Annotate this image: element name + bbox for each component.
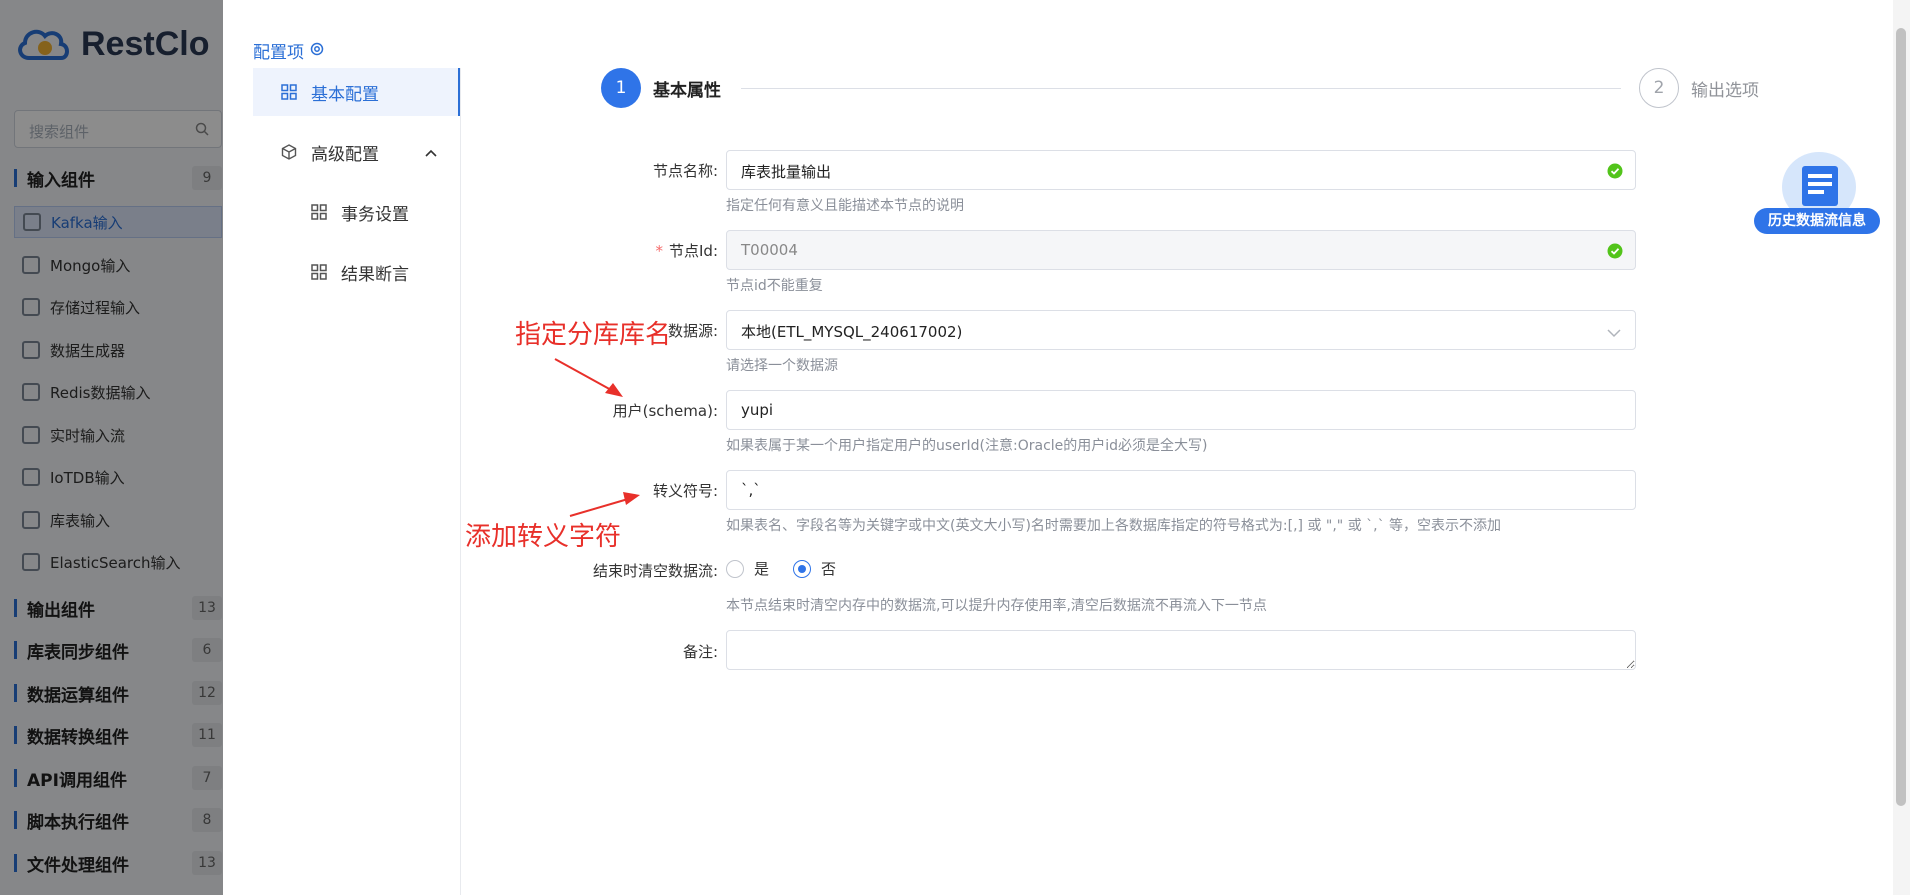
step-output-options[interactable]: 2 输出选项 [1639,68,1759,108]
schema-input[interactable]: yupi [726,390,1636,430]
node-name-hint: 指定任何有意义且能描述本节点的说明 [726,198,964,214]
escape-value: `,` [741,481,761,499]
node-id-input[interactable]: T00004 [726,230,1636,270]
node-id-hint: 节点id不能重复 [726,278,823,294]
nav-item-label: 基本配置 [311,84,379,105]
nav-item-label: 事务设置 [341,204,409,225]
node-id-label-text: 节点Id: [669,242,718,260]
history-dataflow-label: 历史数据流信息 [1754,208,1880,234]
grid-icon [281,84,297,100]
radio-button[interactable] [726,559,744,578]
node-name-value: 库表批量输出 [741,163,832,181]
settings-icon[interactable] [310,41,324,61]
chevron-up-icon[interactable] [425,142,437,162]
schema-value: yupi [741,401,774,419]
check-circle-icon [1607,163,1623,183]
annotation-db-name: 指定分库库名 [515,320,672,350]
scrollbar-thumb[interactable] [1896,28,1906,806]
nav-item-label: 高级配置 [311,144,379,165]
nav-item-label: 结果断言 [341,264,409,285]
config-title-label: 配置项 [253,43,304,63]
grid-icon [311,204,327,220]
annotation-escape-char: 添加转义字符 [465,522,622,552]
radio-option-no[interactable]: 否 [793,558,836,579]
nav-item-transaction[interactable]: 事务设置 [253,188,461,236]
datasource-hint: 请选择一个数据源 [726,358,838,374]
datasource-select[interactable]: 本地(ETL_MYSQL_240617002) [726,310,1636,350]
node-id-label: * 节点Id: [518,240,719,261]
step-number: 1 [601,68,641,108]
clear-stream-radio-group: 是 否 [726,558,860,579]
node-name-input[interactable]: 库表批量输出 [726,150,1636,190]
datasource-value: 本地(ETL_MYSQL_240617002) [741,323,963,341]
node-id-value: T00004 [741,241,798,259]
nav-item-advanced-config[interactable]: 高级配置 [253,128,461,176]
clear-stream-hint: 本节点结束时清空内存中的数据流,可以提升内存使用率,清空后数据流不再流入下一节点 [726,598,1267,614]
nav-item-assertion[interactable]: 结果断言 [253,248,461,296]
radio-label: 否 [821,560,837,578]
escape-input[interactable]: `,` [726,470,1636,510]
clear-stream-label: 结束时清空数据流: [592,562,718,580]
schema-hint: 如果表属于某一个用户指定用户的userId(注意:Oracle的用户id必须是全… [726,438,1208,454]
step-label: 输出选项 [1691,80,1759,101]
config-title: 配置项 [253,38,324,63]
escape-hint: 如果表名、字段名等为关键字或中文(英文大小写)名时需要加上各数据库指定的符号格式… [726,518,1502,534]
radio-button-checked[interactable] [793,559,812,578]
scrollbar[interactable] [1893,0,1910,895]
step-number: 2 [1639,68,1679,108]
node-config-drawer: 配置项 基本配置 高级配置 事务设置 结果断言 1 基本属性 2 输出选项 节点… [223,0,1910,895]
history-dataflow-button[interactable]: 历史数据流信息 [1754,152,1884,236]
radio-label: 是 [754,560,770,578]
remark-textarea[interactable] [726,630,1636,670]
cube-icon [281,144,297,160]
radio-option-yes[interactable]: 是 [726,558,769,579]
nav-item-basic-config[interactable]: 基本配置 [253,68,461,116]
required-mark: * [655,242,664,260]
step-basic-properties[interactable]: 1 基本属性 [601,68,721,108]
step-label: 基本属性 [653,80,721,101]
annotation-arrow-icon [554,358,623,397]
node-name-label: 节点名称: [652,162,718,180]
grid-icon [311,264,327,280]
chevron-down-icon [1607,323,1621,342]
step-connector [741,88,1621,89]
schema-label: 用户(schema): [612,402,718,420]
check-circle-icon [1607,243,1623,263]
remark-label: 备注: [682,643,718,661]
nav-divider [460,68,461,895]
annotation-arrow-icon [569,492,640,517]
